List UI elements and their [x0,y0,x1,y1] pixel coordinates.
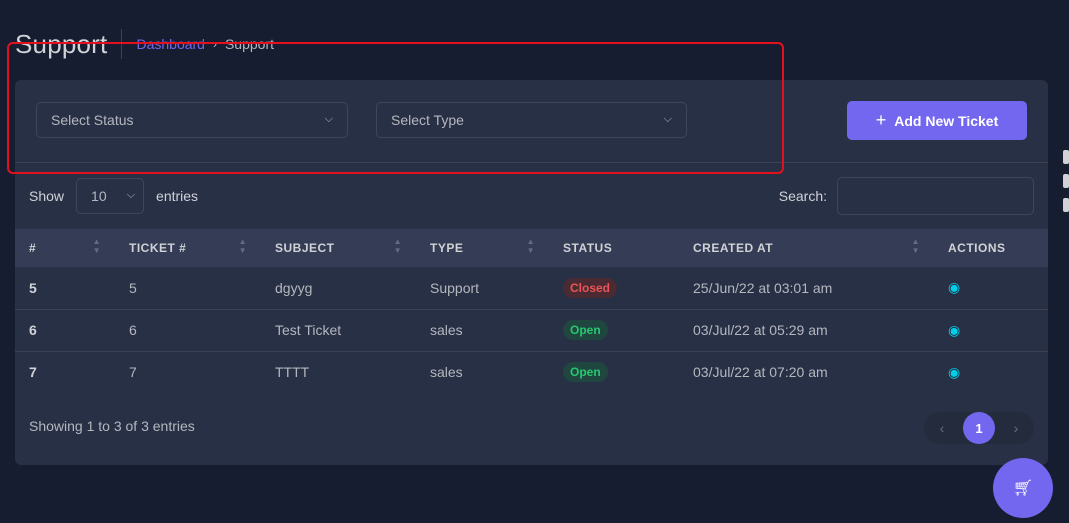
eye-icon[interactable]: ◉ [948,322,960,338]
cell-id: 5 [29,279,37,296]
page-length-control: Show 10 ⌵ entries [29,178,198,214]
column-header-id[interactable]: # ▲ ▼ [15,229,115,267]
edge-toolbar-item[interactable] [1063,174,1069,188]
edge-toolbar [1061,140,1069,290]
page-button-current[interactable]: 1 [963,412,995,444]
cell-created: 03/Jul/22 at 05:29 am [693,322,828,338]
cell-subject: Test Ticket [275,322,342,338]
type-select-placeholder: Select Type [391,112,464,128]
cell-ticket: 7 [129,364,137,381]
search-label: Search: [778,188,827,204]
type-select[interactable]: Select Type ⌵ [376,102,687,138]
sort-icon: ▲ ▼ [393,237,402,255]
search-control: Search: [779,177,1034,215]
header-divider [121,29,123,59]
sort-icon: ▲ ▼ [238,237,247,255]
show-label: Show [29,188,65,204]
column-label: ACTIONS [948,241,1006,255]
cell-subject: TTTT [275,364,310,381]
breadcrumb-current: Support [224,36,275,52]
breadcrumb: Dashboard › Support [136,36,274,52]
table-info: Showing 1 to 3 of 3 entries [29,418,195,434]
status-select-placeholder: Select Status [51,112,134,128]
cell-status: Open [549,351,679,393]
edge-toolbar-item[interactable] [1063,198,1069,212]
breadcrumb-dashboard-link[interactable]: Dashboard [136,36,205,52]
table-row: 7 7 TTTT sales Open 03/Jul/22 at 07:20 a… [15,351,1048,393]
column-label: SUBJECT [275,241,335,255]
cell-created: 25/Jun/22 at 03:01 am [693,279,833,296]
cell-status: Closed [549,267,679,309]
column-label: # [29,241,37,255]
entries-label: entries [156,188,199,204]
cell-ticket: 5 [129,279,137,296]
page-title: Support [15,28,108,59]
filter-row: Select Status ⌵ Select Type ⌵ + Add New … [15,80,1048,163]
cell-actions: ◉ [934,309,1048,351]
table-header-row: # ▲ ▼ TICKET # ▲ ▼ SUBJECT ▲ ▼ TYPE ▲ ▼ STATUS C… [15,229,1048,267]
column-label: CREATED AT [693,241,774,255]
cell-type: sales [430,322,463,338]
cart-icon: 🛒︎ [1012,480,1034,497]
search-input[interactable] [837,177,1034,215]
add-new-ticket-label: Add New Ticket [894,112,999,129]
column-header-status[interactable]: STATUS [549,229,679,267]
status-badge: Open [563,362,608,383]
cell-ticket: 6 [129,322,137,338]
cell-actions: ◉ [934,351,1048,393]
cell-type: Support [430,279,480,296]
column-header-created[interactable]: CREATED AT ▲ ▼ [679,229,934,267]
chevron-left-icon[interactable]: ‹ [928,420,956,436]
column-header-actions: ACTIONS [934,229,1048,267]
page-header: Support Dashboard › Support [15,28,274,60]
cell-created: 03/Jul/22 at 07:20 am [693,364,828,381]
chevron-down-icon: ⌵ [324,113,333,125]
eye-icon[interactable]: ◉ [948,364,960,380]
sort-icon: ▲ ▼ [92,237,101,255]
cell-status: Open [549,309,679,351]
eye-icon[interactable]: ◉ [948,279,960,295]
table-row: 6 6 Test Ticket sales Open 03/Jul/22 at … [15,309,1048,351]
column-header-subject[interactable]: SUBJECT ▲ ▼ [261,229,416,267]
status-badge: Open [563,320,608,340]
tickets-table: # ▲ ▼ TICKET # ▲ ▼ SUBJECT ▲ ▼ TYPE ▲ ▼ STATUS C… [15,229,1048,393]
column-label: STATUS [563,241,613,255]
chevron-down-icon: ⌵ [663,113,672,125]
plus-icon: + [875,110,887,130]
chevron-right-icon: › [212,37,217,51]
cart-button[interactable]: 🛒︎ [993,458,1053,518]
sort-icon: ▲ ▼ [526,237,535,255]
cell-subject: dgyyg [275,279,313,296]
status-select[interactable]: Select Status ⌵ [36,102,348,138]
page-length-select[interactable]: 10 ⌵ [76,178,145,214]
column-header-type[interactable]: TYPE ▲ ▼ [416,229,549,267]
page-length-value: 10 [91,188,107,204]
table-row: 5 5 dgyyg Support Closed 25/Jun/22 at 03… [15,267,1048,309]
cell-actions: ◉ [934,267,1048,309]
chevron-down-icon: ⌵ [126,189,136,201]
add-new-ticket-button[interactable]: + Add New Ticket [847,101,1027,140]
column-header-ticket[interactable]: TICKET # ▲ ▼ [115,229,261,267]
cell-id: 7 [29,364,37,381]
column-label: TYPE [430,241,464,255]
tickets-card: Select Status ⌵ Select Type ⌵ + Add New … [15,80,1048,465]
column-label: TICKET # [129,241,187,255]
edge-toolbar-item[interactable] [1063,150,1069,164]
cell-type: sales [430,364,463,381]
sort-icon: ▲ ▼ [911,237,920,255]
cell-id: 6 [29,322,37,338]
chevron-right-icon[interactable]: › [1002,420,1030,436]
pagination: ‹ 1 › [924,412,1034,444]
status-badge: Closed [563,277,618,298]
